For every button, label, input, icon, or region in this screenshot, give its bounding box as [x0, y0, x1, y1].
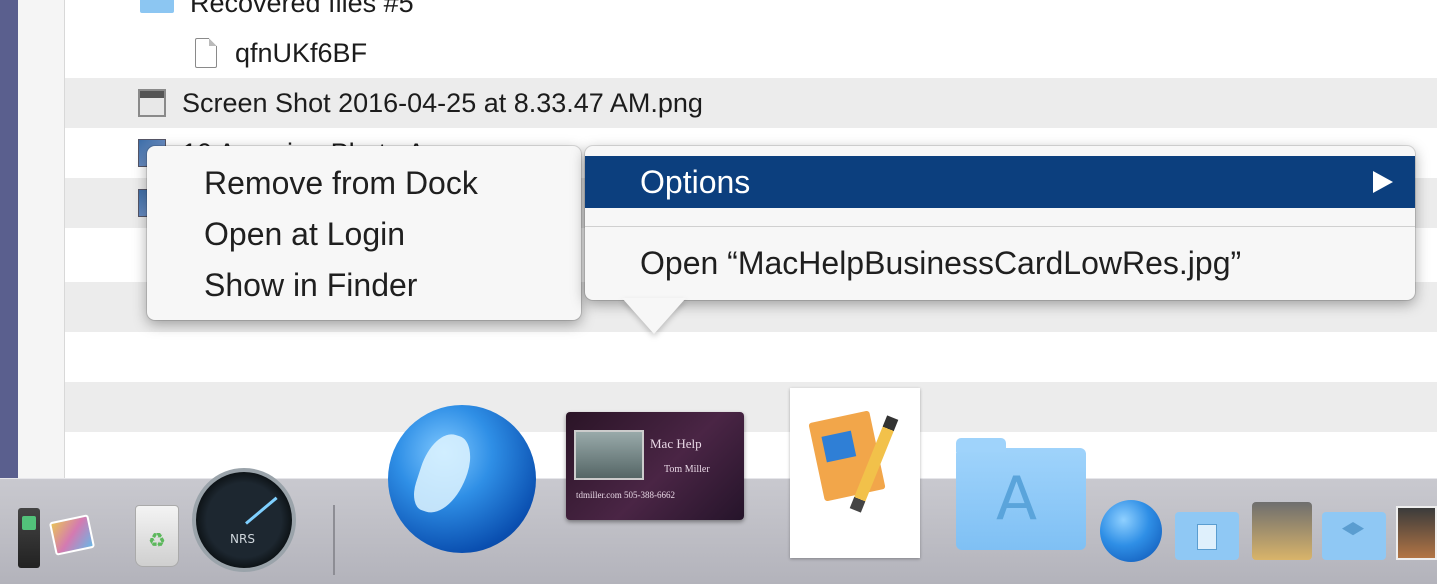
trash-icon[interactable] [135, 505, 179, 567]
submenu-arrow-icon [1373, 171, 1393, 193]
list-item [65, 382, 1437, 432]
globe-app-icon[interactable] [388, 405, 536, 553]
menu-separator [585, 226, 1415, 227]
laptop-icon [574, 430, 644, 480]
photo-stack-icon[interactable] [1396, 506, 1437, 560]
list-item[interactable]: qfnUKf6BF [65, 28, 1437, 78]
card-contact: tdmiller.com 505-388-6662 [576, 490, 675, 500]
menu-item-open-file[interactable]: Open “MacHelpBusinessCardLowRes.jpg” [640, 238, 1241, 288]
list-item-label: Recovered files #5 [190, 0, 414, 18]
business-card-icon[interactable]: Mac Help Tom Miller tdmiller.com 505-388… [566, 412, 744, 520]
menu-item-options-label: Options [640, 163, 751, 200]
menu-pointer [622, 298, 686, 334]
menu-item-remove-from-dock[interactable]: Remove from Dock [147, 158, 581, 209]
list-item-label: qfnUKf6BF [235, 37, 368, 68]
dock-options-menu: Options Open “MacHelpBusinessCardLowRes.… [585, 146, 1415, 300]
stack-icon[interactable] [1252, 502, 1312, 560]
gauge-app-icon[interactable] [192, 468, 296, 572]
folder-icon [140, 0, 174, 13]
list-item[interactable]: Screen Shot 2016-04-25 at 8.33.47 AM.png [65, 78, 1437, 128]
list-item [65, 332, 1437, 382]
pages-icon[interactable] [790, 388, 920, 558]
dock-separator [333, 505, 335, 575]
menu-item-options[interactable]: Options [585, 156, 1415, 208]
documents-folder-icon[interactable] [1175, 512, 1239, 560]
list-item[interactable]: Recovered files #5 [65, 0, 1437, 28]
tools-icon[interactable] [18, 508, 40, 568]
network-globe-icon[interactable] [1100, 500, 1162, 562]
menu-item-show-in-finder[interactable]: Show in Finder [147, 260, 581, 311]
dropbox-folder-icon[interactable] [1322, 512, 1386, 560]
finder-sidebar-gutter [18, 0, 65, 520]
dock-context-menu: Remove from Dock Open at Login Show in F… [147, 146, 581, 320]
card-title: Mac Help [650, 436, 702, 451]
menu-item-open-at-login[interactable]: Open at Login [147, 209, 581, 260]
list-item-label: Screen Shot 2016-04-25 at 8.33.47 AM.png [182, 87, 703, 118]
document-icon [195, 38, 217, 68]
card-name: Tom Miller [664, 464, 710, 475]
applications-folder-icon[interactable] [956, 438, 1086, 550]
image-file-icon [138, 89, 166, 117]
